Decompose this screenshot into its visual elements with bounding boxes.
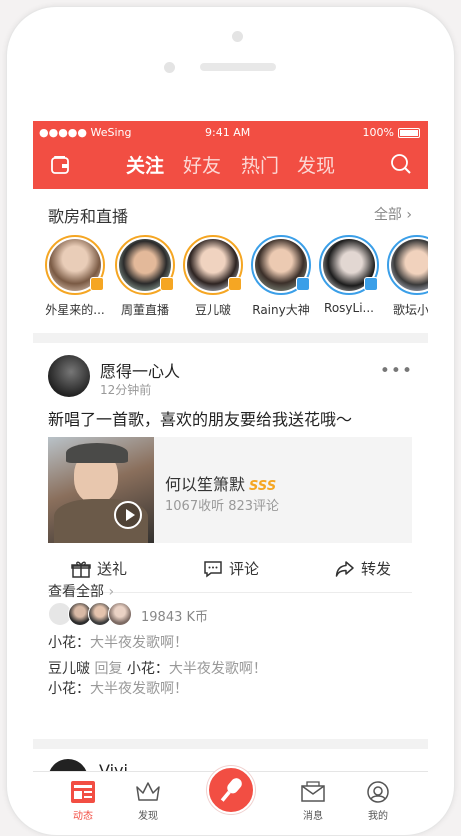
share-button[interactable]: 转发 [335,558,391,579]
home-badge-icon [296,277,310,291]
live-item-name: RosyLi... [324,301,374,315]
battery-icon [398,128,420,138]
video-badge-icon [228,277,242,291]
clock: 9:41 AM [205,126,251,139]
tab-messages[interactable]: 消息 [288,780,338,822]
avatar [391,239,428,291]
post-text: 新唱了一首歌，喜欢的朋友要给我送花哦～ [48,410,353,429]
tab-friends[interactable]: 好友 [183,151,221,178]
search-icon[interactable] [390,153,412,175]
sensor-dot [164,62,175,73]
chevron-right-icon: › [406,207,412,223]
song-stats: 1067收听 823评论 [165,499,280,514]
live-item[interactable]: Rainy大神 [251,235,311,318]
front-camera [232,31,243,42]
top-nav: 关注 好友 热门 发现 [33,151,428,181]
gift-total: 19843 K币 [141,610,209,625]
gift-icon [71,561,91,578]
live-item-name: 豆儿啵 [194,303,231,317]
tab-following[interactable]: 关注 [126,151,164,178]
live-item[interactable]: 豆儿啵 [183,235,243,318]
live-item-name: 歌坛小哪 [392,303,428,317]
comment-icon [204,560,222,577]
battery-percent: 100% [362,126,394,139]
live-item-name: 周董直播 [120,303,169,317]
feed-icon [71,781,95,803]
comment-item[interactable]: 小花：大半夜发歌啊！ [48,678,188,698]
wallet-icon[interactable] [50,155,70,175]
live-item[interactable]: 歌坛小哪 [387,235,428,318]
tab-hot[interactable]: 热门 [241,151,279,178]
earpiece-speaker [200,63,276,71]
live-section-header: 歌房和直播 全部 › [33,189,428,237]
carrier-label: ●●●●● WeSing [39,126,132,139]
song-title: 何以笙箫默 SSS [165,475,277,494]
post-username[interactable]: 愿得一心人 [100,358,180,382]
comment-item[interactable]: 豆儿啵 回复 小花：大半夜发歌啊！ [48,658,267,678]
tab-discover[interactable]: 发现 [123,780,173,822]
live-item-name: Rainy大神 [252,303,310,317]
more-options-icon[interactable]: ••• [380,361,413,381]
see-all-comments-link[interactable]: 查看全部 › [48,581,114,601]
tab-feed[interactable]: 动态 [58,780,108,822]
sss-score-badge: SSS [249,479,277,494]
live-item-name: 外星来的... [45,303,105,317]
post-actions: 送礼 评论 转发 [33,558,428,582]
avatar[interactable] [48,355,90,397]
comment-item[interactable]: 小花：大半夜发歌啊！ [48,632,188,652]
section-divider [33,333,428,343]
crown-icon [136,782,160,801]
bottom-tab-bar: 动态 发现 消息 我的 [33,766,428,829]
mail-icon [301,781,325,802]
post-time: 12分钟前 [100,383,152,397]
app-header: ●●●●● WeSing 9:41 AM 100% 关注 好友 热门 发现 [33,121,428,189]
status-bar: ●●●●● WeSing 9:41 AM 100% [39,125,420,141]
comment-button[interactable]: 评论 [203,558,259,579]
app-screen: ●●●●● WeSing 9:41 AM 100% 关注 好友 热门 发现 歌房… [33,121,428,829]
song-card[interactable]: 何以笙箫默 SSS 1067收听 823评论 [48,437,412,543]
video-badge-icon [160,277,174,291]
microphone-icon [220,778,242,802]
see-all-live-link[interactable]: 全部 › [374,204,412,224]
live-item[interactable]: 周董直播 [115,235,175,318]
tab-profile[interactable]: 我的 [353,780,403,822]
gift-senders[interactable]: 19843 K币 [48,602,348,628]
live-item[interactable]: RosyLi... [319,235,379,315]
chevron-right-icon: › [108,584,115,600]
gift-button[interactable]: 送礼 [71,558,127,579]
avatar [108,602,132,626]
profile-icon [367,781,389,803]
home-badge-icon [364,277,378,291]
tab-discover[interactable]: 发现 [297,151,335,178]
video-badge-icon [90,277,104,291]
section-title: 歌房和直播 [48,207,129,226]
song-cover [48,437,154,543]
play-icon[interactable] [114,501,142,529]
section-divider [33,739,428,749]
sing-button[interactable] [207,766,255,814]
share-icon [335,560,354,577]
live-item[interactable]: 外星来的... [45,235,105,318]
